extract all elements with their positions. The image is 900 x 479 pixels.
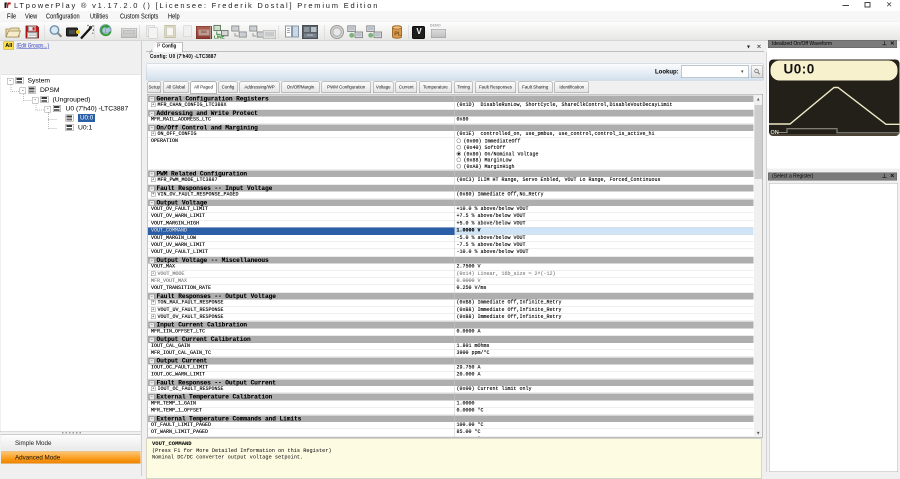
svg-text:LINE: LINE [214,35,225,40]
svg-text:ON: ON [771,130,779,136]
svg-text:PL: PL [394,32,402,38]
